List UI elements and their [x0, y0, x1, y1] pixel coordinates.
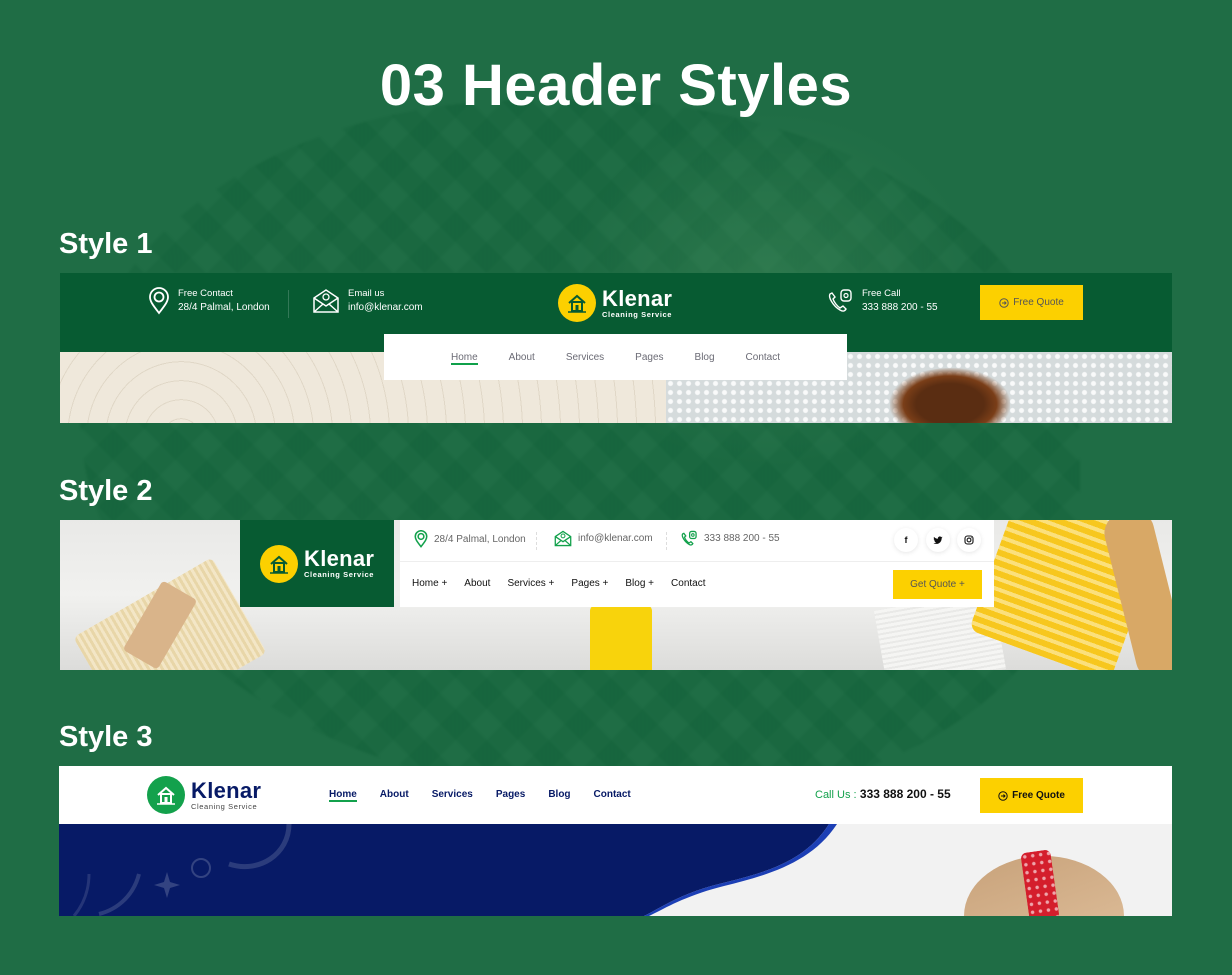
- phone-link[interactable]: 333 888 200 - 55: [704, 533, 780, 544]
- contact-title: Free Contact: [178, 288, 233, 299]
- header-style-2: Klenar Cleaning Service 28/4 Palmal, Lon…: [60, 520, 1172, 670]
- nav-about[interactable]: About: [464, 578, 490, 589]
- logo[interactable]: Klenar Cleaning Service: [558, 284, 672, 322]
- style3-label: Style 3: [59, 721, 153, 753]
- nav-about[interactable]: About: [509, 352, 535, 363]
- email-info: info@klenar.com: [554, 530, 653, 547]
- email-title: Email us: [348, 288, 385, 299]
- facebook-icon[interactable]: f: [894, 528, 918, 552]
- divider: [666, 532, 667, 550]
- style1-nav: Home About Services Pages Blog Contact: [384, 334, 847, 380]
- nav-contact[interactable]: Contact: [671, 578, 705, 589]
- brand-tagline: Cleaning Service: [304, 570, 375, 579]
- arrow-circle-right-icon: [999, 297, 1009, 308]
- phone-info: 333 888 200 - 55: [680, 530, 780, 547]
- style3-nav: Home About Services Pages Blog Contact: [329, 789, 631, 802]
- call-us: Call Us : 333 888 200 - 55: [815, 787, 951, 801]
- nav-blog[interactable]: Blog +: [625, 578, 654, 589]
- style1-label: Style 1: [59, 228, 153, 260]
- nav-home[interactable]: Home: [329, 789, 357, 802]
- get-quote-button[interactable]: Get Quote +: [893, 570, 982, 599]
- envelope-icon: [312, 288, 340, 314]
- brand-name: Klenar: [304, 546, 375, 571]
- house-icon: [558, 284, 596, 322]
- instagram-icon[interactable]: [957, 528, 981, 552]
- phone-icon: [680, 530, 698, 547]
- style1-call-info: Free Call 333 888 200 - 55: [826, 287, 938, 315]
- logo[interactable]: Klenar Cleaning Service: [147, 776, 261, 814]
- header-style-1: Free Contact 28/4 Palmal, London Email u…: [60, 273, 1172, 423]
- brand-tagline: Cleaning Service: [191, 801, 258, 811]
- nav-pages[interactable]: Pages: [496, 789, 525, 800]
- style2-header-panel: 28/4 Palmal, London info@klenar.com 333 …: [400, 520, 994, 607]
- style1-hero-image: [890, 368, 1010, 423]
- page-title: 03 Header Styles: [379, 53, 853, 118]
- envelope-icon: [554, 530, 572, 547]
- brand-name: Klenar: [191, 777, 262, 803]
- facebook-glyph: f: [904, 535, 908, 545]
- call-us-label: Call Us :: [815, 789, 857, 801]
- phone-icon: [826, 288, 854, 314]
- nav-pages[interactable]: Pages: [635, 352, 663, 363]
- nav-home[interactable]: Home: [450, 352, 478, 365]
- style1-contact-info: Free Contact 28/4 Palmal, London: [148, 287, 270, 315]
- logo[interactable]: Klenar Cleaning Service: [240, 520, 394, 607]
- divider: [536, 532, 537, 550]
- nav-contact[interactable]: Contact: [594, 789, 631, 800]
- map-pin-icon: [414, 530, 428, 548]
- free-quote-button[interactable]: Free Quote: [980, 778, 1083, 813]
- nav-services[interactable]: Services: [566, 352, 604, 363]
- divider: [288, 290, 289, 318]
- nav-contact[interactable]: Contact: [746, 352, 780, 363]
- style2-topbar: 28/4 Palmal, London info@klenar.com 333 …: [400, 520, 994, 562]
- nav-blog[interactable]: Blog: [695, 352, 715, 363]
- style2-label: Style 2: [59, 475, 153, 507]
- header-style-3: Klenar Cleaning Service Home About Servi…: [59, 766, 1172, 916]
- nav-home[interactable]: Home +: [412, 578, 447, 589]
- style3-header: Klenar Cleaning Service Home About Servi…: [59, 766, 1172, 824]
- address-text: 28/4 Palmal, London: [434, 533, 526, 545]
- free-quote-button[interactable]: Free Quote: [980, 285, 1083, 320]
- brand-name: Klenar: [602, 285, 673, 311]
- style2-nav: Home + About Services + Pages + Blog + C…: [412, 578, 706, 589]
- free-quote-label: Free Quote: [1012, 790, 1065, 801]
- nav-blog[interactable]: Blog: [548, 789, 570, 800]
- house-icon: [147, 776, 185, 814]
- email-link[interactable]: info@klenar.com: [578, 533, 653, 544]
- twitter-icon[interactable]: [926, 528, 950, 552]
- nav-services[interactable]: Services +: [507, 578, 554, 589]
- nav-pages[interactable]: Pages +: [571, 578, 608, 589]
- call-number[interactable]: 333 888 200 - 55: [862, 302, 938, 313]
- arrow-circle-right-icon: [998, 790, 1008, 801]
- map-pin-icon: [148, 287, 170, 315]
- free-quote-label: Free Quote: [1013, 297, 1064, 308]
- nav-about[interactable]: About: [380, 789, 409, 800]
- spray-bottle-image: [590, 605, 652, 670]
- contact-address: 28/4 Palmal, London: [178, 302, 270, 313]
- address-info: 28/4 Palmal, London: [414, 530, 526, 548]
- house-icon: [260, 544, 298, 583]
- nav-services[interactable]: Services: [432, 789, 473, 800]
- email-link[interactable]: info@klenar.com: [348, 302, 423, 313]
- call-us-number[interactable]: 333 888 200 - 55: [860, 787, 951, 801]
- call-title: Free Call: [862, 288, 901, 299]
- brand-tagline: Cleaning Service: [602, 309, 673, 319]
- style1-email-info: Email us info@klenar.com: [312, 287, 423, 315]
